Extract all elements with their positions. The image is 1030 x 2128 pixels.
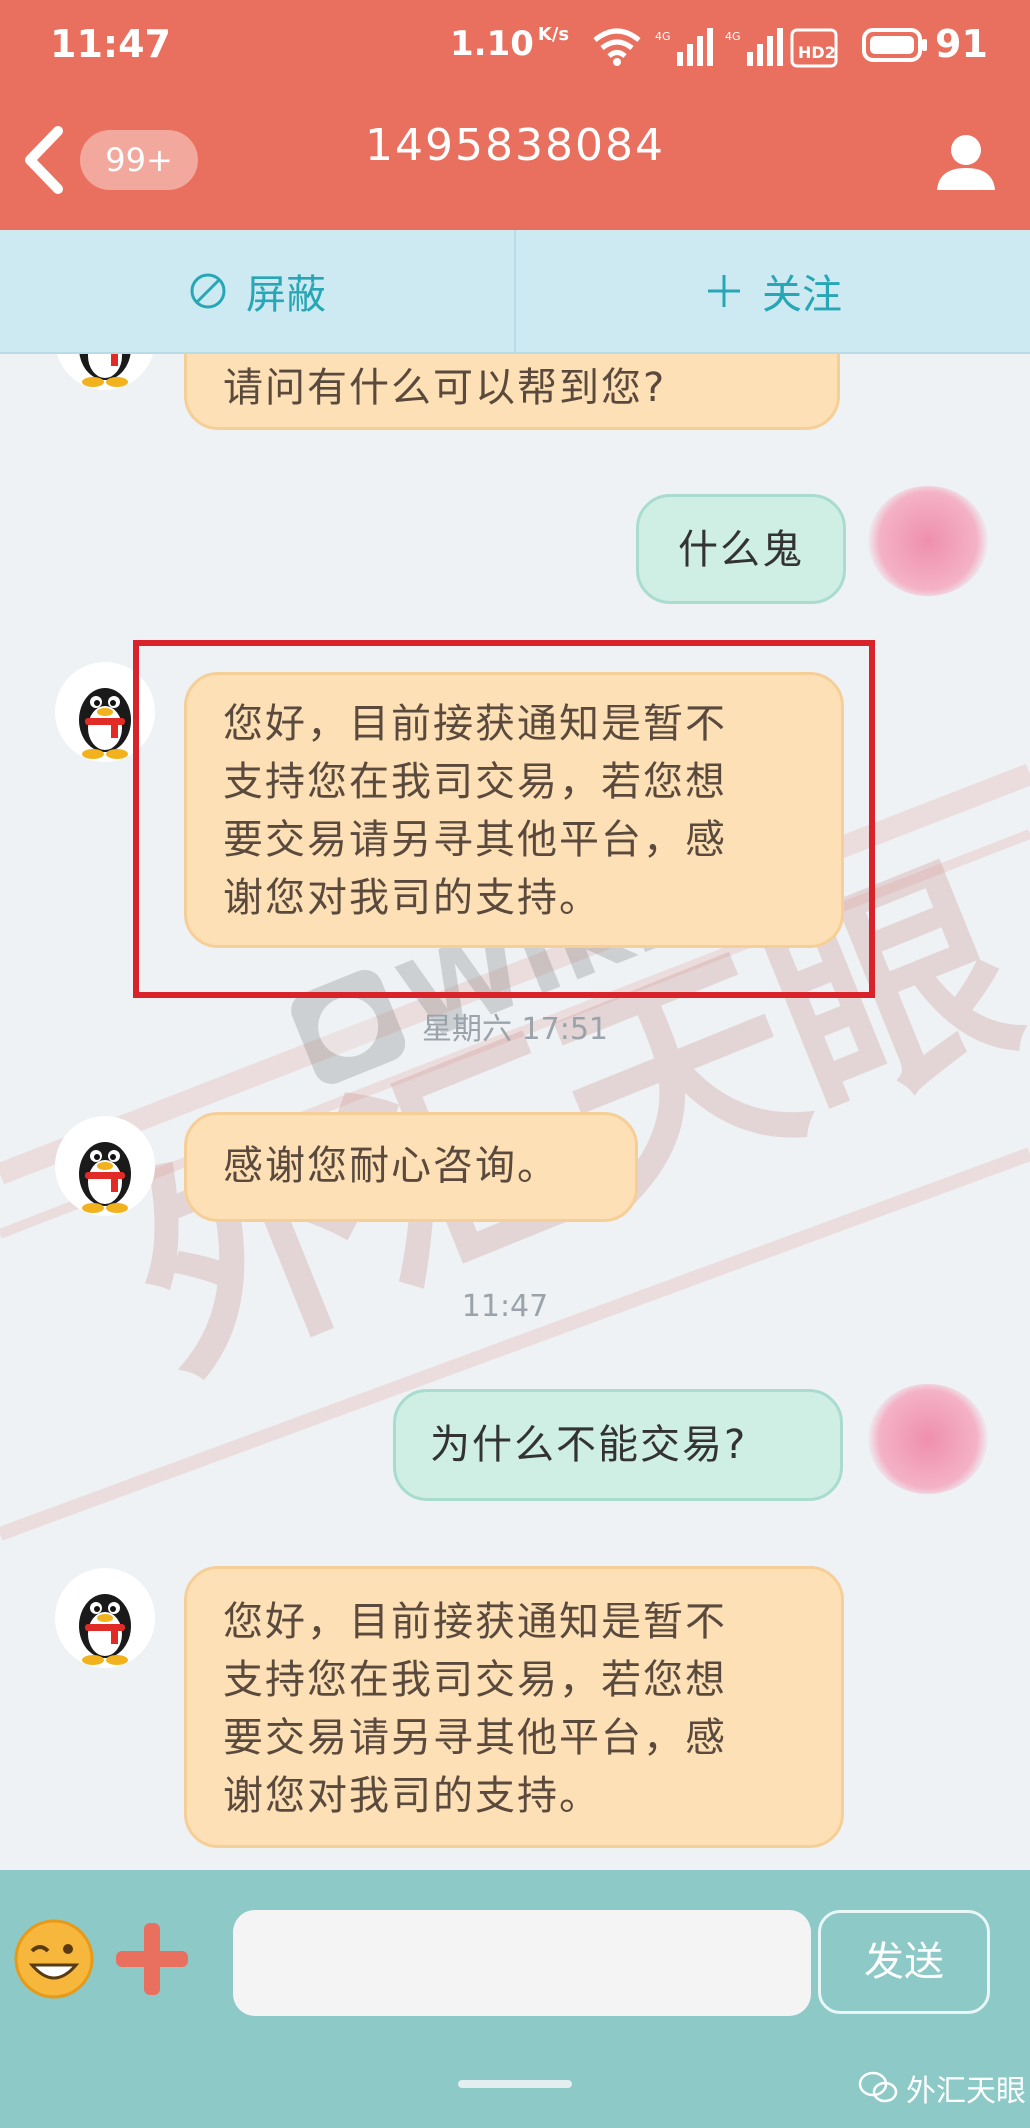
block-button[interactable]: 屏蔽	[0, 230, 516, 352]
avatar[interactable]	[55, 1116, 155, 1216]
add-icon[interactable]	[110, 1917, 194, 2001]
block-label: 屏蔽	[246, 272, 326, 318]
page-title: 1495838084	[365, 120, 665, 171]
network-speed: 1.10 K/s	[450, 24, 570, 64]
avatar[interactable]	[55, 354, 155, 390]
plus-icon	[708, 275, 740, 307]
message-line: 支持您在我司交易，若您想	[223, 1657, 727, 1703]
my-avatar[interactable]	[868, 1384, 988, 1494]
message-line: 您好，目前接获通知是暂不	[223, 1599, 727, 1645]
signal-icon: 4G	[725, 28, 783, 66]
message-text: 什么鬼	[678, 527, 804, 573]
block-icon	[190, 273, 226, 309]
message-text: 为什么不能交易?	[430, 1422, 748, 1468]
penguin-avatar-icon	[79, 354, 131, 387]
brand-label: 外汇天眼	[906, 2074, 1026, 2109]
penguin-avatar-icon	[79, 1142, 131, 1213]
signal-1-label: 4G	[655, 30, 671, 43]
hd-call-icon: HD2	[790, 28, 838, 68]
battery-level: 91	[935, 22, 988, 66]
battery-icon	[862, 28, 927, 62]
message-bubble-incoming[interactable]: 请问有什么可以帮到您?	[184, 354, 840, 430]
message-input[interactable]	[233, 1910, 811, 2016]
message-bubble-incoming[interactable]: 感谢您耐心咨询。	[184, 1112, 638, 1222]
signal-2-label: 4G	[725, 30, 741, 43]
message-text: 感谢您耐心咨询。	[223, 1143, 559, 1189]
follow-label: 关注	[762, 272, 842, 318]
message-list[interactable]: WikiFX 外汇天眼 请问有什么可以帮到您? 什么鬼	[0, 354, 1030, 1870]
highlight-box	[133, 640, 875, 998]
chat-header: 99+ 1495838084	[0, 90, 1030, 230]
message-text: 请问有什么可以帮到您?	[223, 365, 667, 411]
emoji-icon[interactable]	[12, 1917, 96, 2001]
brand-watermark: 外汇天眼	[858, 2066, 1026, 2110]
home-indicator	[458, 2080, 572, 2088]
message-line: 要交易请另寻其他平台，感	[223, 1715, 727, 1761]
hd-label: HD2	[798, 43, 836, 62]
avatar[interactable]	[55, 1568, 155, 1668]
input-bar: 发送 外汇天眼	[0, 1870, 1030, 2128]
message-line: 谢您对我司的支持。	[223, 1773, 601, 1819]
status-bar: 11:47 1.10 K/s 4G 4G HD2 91	[0, 0, 1030, 90]
signal-icon: 4G	[655, 28, 713, 66]
my-avatar[interactable]	[868, 486, 988, 596]
action-bar: 屏蔽 关注	[0, 230, 1030, 354]
timestamp: 11:47	[461, 1289, 549, 1324]
message-bubble-outgoing[interactable]: 为什么不能交易?	[393, 1389, 843, 1501]
follow-button[interactable]: 关注	[516, 230, 1030, 352]
penguin-avatar-icon	[79, 1594, 131, 1665]
status-time: 11:47	[50, 22, 171, 66]
message-bubble-outgoing[interactable]: 什么鬼	[636, 494, 846, 604]
profile-icon[interactable]	[935, 130, 997, 192]
message-bubble-incoming[interactable]: 您好，目前接获通知是暂不 支持您在我司交易，若您想 要交易请另寻其他平台，感 谢…	[184, 1566, 844, 1848]
wechat-icon	[858, 2071, 898, 2103]
timestamp: 星期六 17:51	[422, 1012, 608, 1047]
wifi-icon	[593, 28, 641, 66]
send-button[interactable]: 发送	[818, 1910, 990, 2014]
